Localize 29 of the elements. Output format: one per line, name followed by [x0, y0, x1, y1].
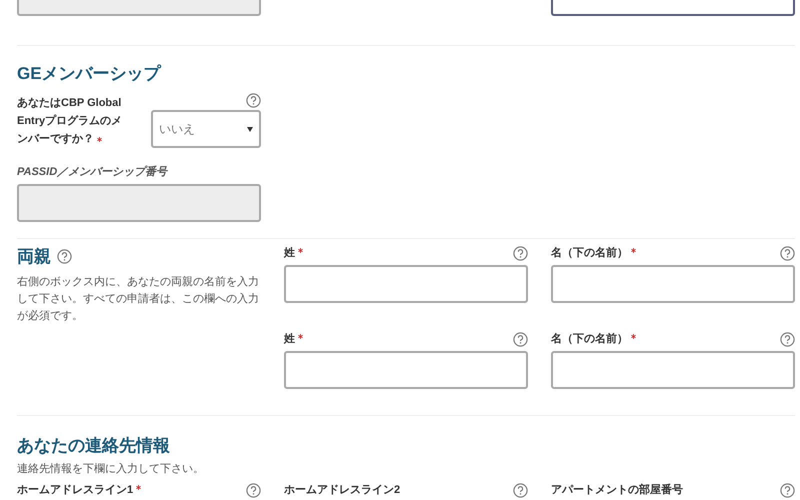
field-label: アパートメントの部屋番号 — [551, 482, 683, 498]
help-icon[interactable] — [780, 332, 795, 347]
field-label: 名（下の名前） — [551, 246, 628, 261]
section-title: あなたの連絡先情報 — [17, 435, 171, 457]
section-title: GEメンバーシップ — [17, 63, 162, 85]
field-label: 姓 — [284, 332, 295, 347]
text-field[interactable] — [551, 351, 795, 389]
caret-icon — [247, 126, 253, 132]
field-label: あなたはCBP Global Entryプログラムのメンバーですか？ — [17, 97, 122, 145]
help-icon[interactable] — [780, 483, 795, 498]
field-label: 名（下の名前） — [551, 332, 628, 347]
text-field[interactable] — [551, 265, 795, 303]
section-description: 連絡先情報を下欄に入力して下さい。 — [17, 462, 205, 477]
help-icon[interactable] — [57, 249, 72, 264]
help-icon[interactable] — [513, 483, 528, 498]
section-title: 両親 — [17, 246, 51, 268]
help-icon[interactable] — [246, 483, 261, 498]
help-icon[interactable] — [780, 246, 795, 261]
field-label: 姓 — [284, 246, 295, 261]
section-description: 右側のボックス内に、あなたの両親の名前を入力して下さい。すべての申請者は、この欄への入力が必須です。 — [17, 275, 260, 324]
help-icon[interactable] — [513, 246, 528, 261]
help-icon[interactable] — [513, 332, 528, 347]
text-field[interactable] — [284, 351, 528, 389]
field-label: ホームアドレスライン2 — [284, 483, 400, 498]
field-label: PASSID／メンバーシップ番号 — [17, 164, 168, 180]
field-label: ホームアドレスライン1 — [17, 483, 134, 498]
help-icon[interactable] — [246, 93, 261, 108]
text-field[interactable] — [284, 265, 528, 303]
dropdown[interactable]: いいえ — [151, 110, 261, 148]
